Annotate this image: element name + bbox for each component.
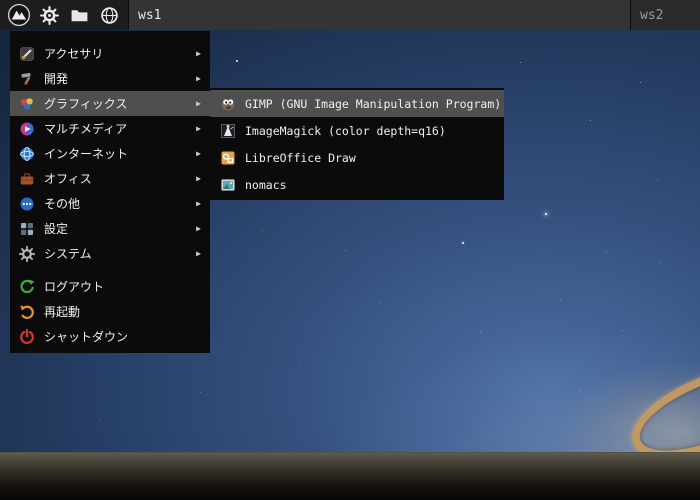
submenu-arrow-icon: ▶ xyxy=(196,199,201,208)
submenu-item-imagemagick[interactable]: ImageMagick (color depth=q16) xyxy=(210,117,504,144)
accessories-icon xyxy=(19,46,35,62)
menu-item-restart[interactable]: 再起動 xyxy=(10,299,210,324)
submenu-arrow-icon: ▶ xyxy=(196,249,201,258)
graphics-icon xyxy=(19,96,35,112)
internet-icon xyxy=(19,146,35,162)
menu-item-other[interactable]: その他 ▶ xyxy=(10,191,210,216)
shutdown-icon xyxy=(19,328,35,345)
menu-item-label: 再起動 xyxy=(44,305,81,319)
nomacs-icon xyxy=(220,177,236,193)
workspace-ws1[interactable]: ws1 xyxy=(128,0,630,30)
menu-item-label: 開発 xyxy=(44,72,69,86)
applications-menu: アクセサリ ▶ 開発 ▶ グラフィックス ▶ マルチメディア ▶ インターネット… xyxy=(10,31,210,353)
workspace-ws1-label: ws1 xyxy=(138,7,162,23)
session-actions: ログアウト 再起動 シャットダウン xyxy=(10,274,210,349)
logo-icon xyxy=(7,3,31,27)
other-icon xyxy=(19,196,35,212)
menu-item-label: ログアウト xyxy=(44,280,105,294)
top-bar: ws1 ws2 xyxy=(0,0,700,30)
menu-item-system[interactable]: システム ▶ xyxy=(10,241,210,266)
submenu-arrow-icon: ▶ xyxy=(196,124,201,133)
menu-item-settings[interactable]: 設定 ▶ xyxy=(10,216,210,241)
submenu-item-nomacs[interactable]: nomacs xyxy=(210,171,504,198)
app-menu-button[interactable] xyxy=(4,0,34,30)
settings-icon xyxy=(19,221,35,237)
submenu-arrow-icon: ▶ xyxy=(196,49,201,58)
imagemagick-icon xyxy=(220,123,236,139)
office-icon xyxy=(19,171,35,187)
menu-item-accessories[interactable]: アクセサリ ▶ xyxy=(10,41,210,66)
menu-item-label: グラフィックス xyxy=(44,97,128,111)
menu-item-internet[interactable]: インターネット ▶ xyxy=(10,141,210,166)
menu-item-development[interactable]: 開発 ▶ xyxy=(10,66,210,91)
menu-item-label: システム xyxy=(44,247,92,261)
menu-item-office[interactable]: オフィス ▶ xyxy=(10,166,210,191)
browser-button[interactable] xyxy=(94,0,124,30)
settings-launcher-button[interactable] xyxy=(34,0,64,30)
submenu-item-label: LibreOffice Draw xyxy=(245,150,356,165)
system-icon xyxy=(19,245,35,262)
gimp-icon xyxy=(220,96,236,112)
submenu-item-libreoffice-draw[interactable]: LibreOffice Draw xyxy=(210,144,504,171)
submenu-item-gimp[interactable]: GIMP (GNU Image Manipulation Program) xyxy=(210,90,504,117)
workspace-ws2[interactable]: ws2 xyxy=(630,0,700,30)
submenu-arrow-icon: ▶ xyxy=(196,99,201,108)
menu-item-shutdown[interactable]: シャットダウン xyxy=(10,324,210,349)
submenu-item-label: GIMP (GNU Image Manipulation Program) xyxy=(245,96,502,111)
launcher-area xyxy=(0,0,128,30)
submenu-arrow-icon: ▶ xyxy=(196,174,201,183)
submenu-arrow-icon: ▶ xyxy=(196,74,201,83)
globe-icon xyxy=(100,6,119,25)
multimedia-icon xyxy=(19,121,35,137)
development-icon xyxy=(19,71,35,87)
submenu-item-label: ImageMagick (color depth=q16) xyxy=(245,123,446,138)
submenu-item-label: nomacs xyxy=(245,177,287,192)
logout-icon xyxy=(19,279,35,295)
gear-icon xyxy=(39,5,59,25)
menu-item-label: 設定 xyxy=(44,222,69,236)
menu-item-logout[interactable]: ログアウト xyxy=(10,274,210,299)
submenu-arrow-icon: ▶ xyxy=(196,149,201,158)
restart-icon xyxy=(19,304,35,320)
menu-item-label: マルチメディア xyxy=(44,122,128,136)
libreoffice-draw-icon xyxy=(220,150,236,166)
menu-item-label: オフィス xyxy=(44,172,92,186)
menu-item-label: その他 xyxy=(44,197,81,211)
menu-item-graphics[interactable]: グラフィックス ▶ xyxy=(10,91,210,116)
workspace-ws2-label: ws2 xyxy=(640,7,664,23)
menu-item-label: アクセサリ xyxy=(44,47,104,61)
menu-item-label: インターネット xyxy=(44,147,129,161)
menu-item-label: シャットダウン xyxy=(44,330,129,344)
graphics-submenu: GIMP (GNU Image Manipulation Program) Im… xyxy=(210,88,504,200)
folder-icon xyxy=(70,6,89,25)
submenu-arrow-icon: ▶ xyxy=(196,224,201,233)
menu-item-multimedia[interactable]: マルチメディア ▶ xyxy=(10,116,210,141)
file-manager-button[interactable] xyxy=(64,0,94,30)
ground xyxy=(0,452,700,500)
desktop: ws1 ws2 アクセサリ ▶ 開発 ▶ グラフィックス ▶ マルチメディア ▶… xyxy=(0,0,700,500)
